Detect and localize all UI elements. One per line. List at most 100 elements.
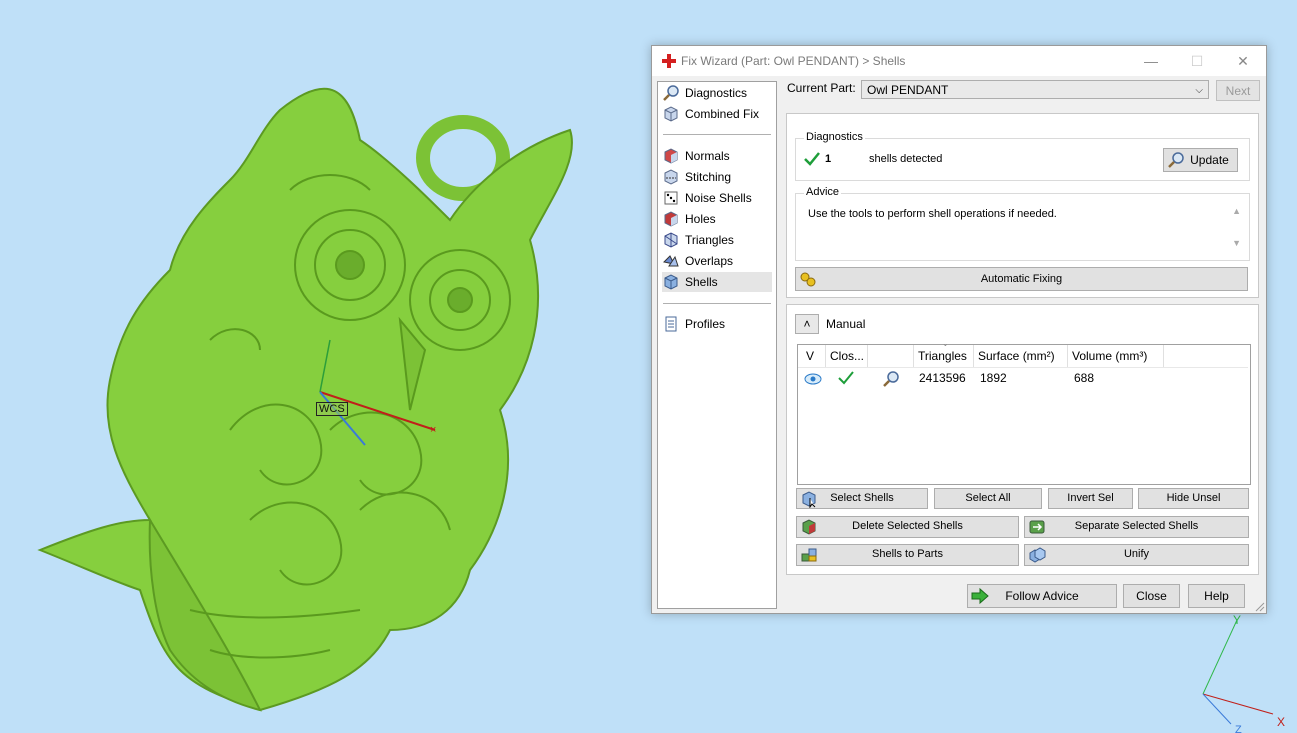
shells-to-parts-label: Shells to Parts [872,548,943,560]
automatic-fixing-label: Automatic Fixing [980,273,1063,285]
red-cross-app-icon [662,54,676,68]
overlaps-icon [662,255,679,267]
select-all-label: Select All [965,492,1011,504]
update-button[interactable]: Update [1163,148,1238,172]
cube-icon [664,106,678,122]
nav-item-noise-shells[interactable]: Noise Shells [662,188,772,208]
resize-grip-icon[interactable] [1255,602,1265,612]
magnifier-icon[interactable] [882,370,900,388]
fix-wizard-window: Fix Wizard (Part: Owl PENDANT) > Shells … [651,45,1267,614]
nav-item-diagnostics[interactable]: Diagnostics [662,83,772,103]
stitching-cube-icon [664,169,678,185]
nav-item-label: Normals [685,149,730,163]
triangles-cell: 2413596 [919,371,966,385]
title-bar[interactable]: Fix Wizard (Part: Owl PENDANT) > Shells … [652,46,1266,76]
owl-pendant-model: × [37,87,573,712]
checkmark-icon [804,152,820,166]
select-shells-label: Select Shells [830,492,894,504]
scroll-down-icon[interactable]: ▼ [1232,238,1241,248]
diagnostics-title: Diagnostics [804,131,865,143]
nav-item-profiles[interactable]: Profiles [662,314,772,334]
nav-separator [663,134,771,135]
help-button[interactable]: Help [1188,584,1245,608]
delete-selected-label: Delete Selected Shells [852,520,963,532]
axis-x-label: X [1277,715,1285,729]
nav-item-label: Profiles [685,317,726,331]
nav-separator [663,303,771,304]
shells-detected-text: shells detected [869,153,943,165]
select-shells-button[interactable]: Select Shells [796,488,928,509]
shells-to-parts-icon [801,548,817,562]
advice-group: Advice Use the tools to perform shell op… [795,186,1250,261]
select-all-button[interactable]: Select All [934,488,1042,509]
minimize-button[interactable]: — [1128,46,1174,76]
axis-z-label: Z [1235,724,1242,733]
current-part-value: Owl PENDANT [867,83,949,97]
manual-panel: ˄ Manual V Clos... Triangles Surface (mm… [786,304,1259,575]
invert-sel-button[interactable]: Invert Sel [1048,488,1133,509]
separate-selected-shells-button[interactable]: Separate Selected Shells [1024,516,1249,538]
current-part-label: Current Part: [787,81,856,95]
maximize-button[interactable]: ☐ [1174,46,1220,76]
volume-cell: 688 [1074,371,1095,385]
shells-cube-icon [664,274,678,290]
table-row[interactable]: 2413596 1892 688 [798,345,1248,395]
select-cube-icon [802,491,816,508]
help-label: Help [1204,589,1229,603]
triangles-icon [664,232,678,248]
separate-shells-icon [1029,520,1045,534]
nav-item-holes[interactable]: Holes [662,209,772,229]
delete-cube-icon [802,519,816,535]
nav-item-label: Holes [685,212,716,226]
nav-item-combined-fix[interactable]: Combined Fix [662,104,772,124]
unify-label: Unify [1123,548,1150,560]
manual-title: Manual [826,317,866,331]
unify-cubes-icon [1029,547,1046,563]
automatic-fixing-button[interactable]: Automatic Fixing [795,267,1248,291]
nav-item-triangles[interactable]: Triangles [662,230,772,250]
nav-item-label: Combined Fix [685,107,760,121]
close-window-button[interactable]: ✕ [1220,46,1266,76]
svg-text:×: × [430,424,436,436]
nav-item-overlaps[interactable]: Overlaps [662,251,772,271]
nav-item-label: Diagnostics [685,86,748,100]
nav-item-label: Shells [685,275,718,289]
view-axis-triad: Y X Z [1202,613,1285,733]
collapse-manual-button[interactable]: ˄ [795,314,819,334]
follow-advice-label: Follow Advice [1005,589,1079,603]
scroll-up-icon[interactable]: ▲ [1232,206,1241,216]
normals-cube-icon [664,148,678,164]
diagnostics-group: Diagnostics 1 shells detected Update [795,131,1250,181]
surface-cell: 1892 [980,371,1007,385]
nav-item-label: Overlaps [685,254,734,268]
nav-item-shells[interactable]: Shells [662,272,772,292]
double-chevron-up-icon: ˄ [803,317,811,331]
window-title: Fix Wizard (Part: Owl PENDANT) > Shells [681,54,906,68]
dice-icon [664,191,678,205]
hide-unsel-button[interactable]: Hide Unsel [1138,488,1249,509]
document-icon [665,316,677,332]
update-label: Update [1190,153,1229,167]
unify-button[interactable]: Unify [1024,544,1249,566]
green-arrow-right-icon [971,587,989,605]
nav-item-normals[interactable]: Normals [662,146,772,166]
shells-to-parts-button[interactable]: Shells to Parts [796,544,1019,566]
status-panel: Diagnostics 1 shells detected Update Adv… [786,113,1259,298]
delete-selected-shells-button[interactable]: Delete Selected Shells [796,516,1019,538]
close-label: Close [1136,589,1167,603]
nav-item-stitching[interactable]: Stitching [662,167,772,187]
follow-advice-button[interactable]: Follow Advice [967,584,1117,608]
next-button[interactable]: Next [1216,80,1260,101]
close-button[interactable]: Close [1123,584,1180,608]
advice-text: Use the tools to perform shell operation… [808,208,1057,220]
fix-nav-panel: Diagnostics Combined Fix Normals Stitchi… [657,81,777,609]
advice-title: Advice [804,186,842,198]
nav-item-label: Stitching [685,170,732,184]
eye-icon[interactable] [804,373,822,385]
gears-icon [800,272,816,287]
shell-count: 1 [825,153,832,165]
current-part-select[interactable]: Owl PENDANT ⌵ [861,80,1209,99]
hide-unsel-label: Hide Unsel [1166,492,1221,504]
nav-item-label: Noise Shells [685,191,752,205]
chevron-down-icon: ⌵ [1195,85,1203,96]
